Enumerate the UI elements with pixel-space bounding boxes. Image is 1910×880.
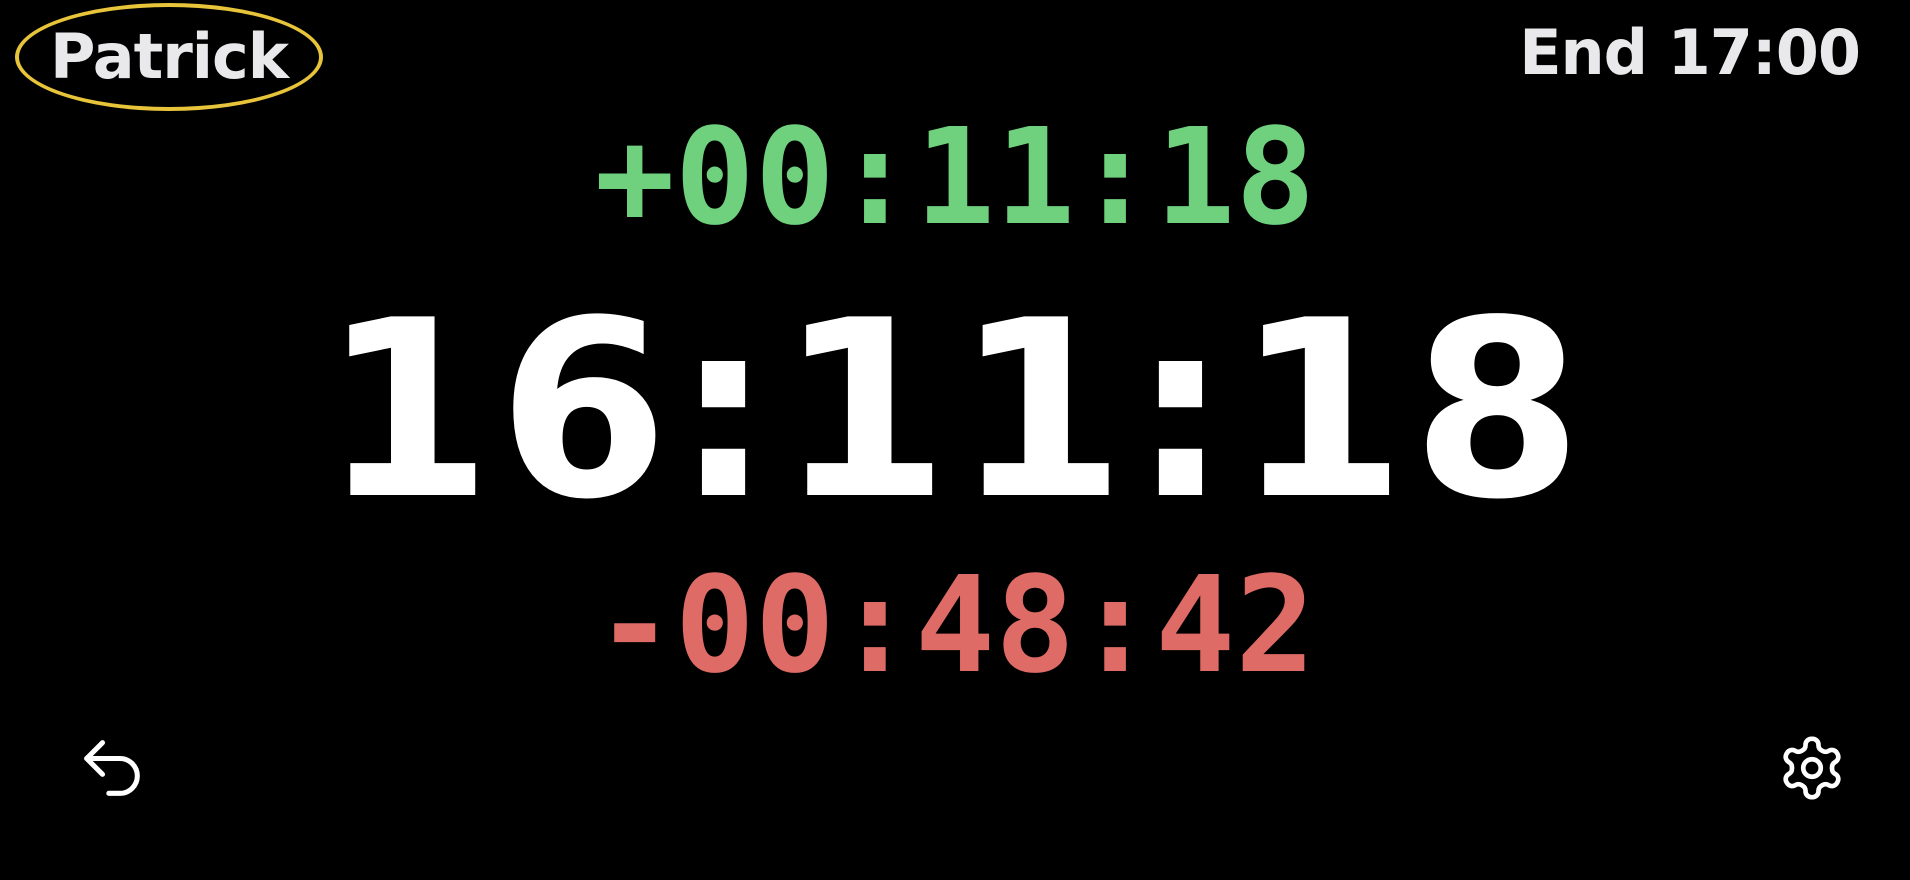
remaining-timer: -00:48:42: [594, 549, 1316, 703]
undo-icon: [84, 740, 140, 796]
gear-icon: [1783, 736, 1841, 800]
end-time-label: End 17:00: [1519, 16, 1861, 89]
settings-button[interactable]: [1772, 728, 1852, 808]
undo-button[interactable]: [72, 728, 152, 808]
user-name: Patrick: [49, 20, 289, 93]
clock-screen: Patrick End 17:00 +00:11:18 16:11:18 -00…: [0, 0, 1910, 880]
current-time: 16:11:18: [321, 268, 1589, 553]
user-badge[interactable]: Patrick: [15, 3, 323, 111]
elapsed-timer: +00:11:18: [594, 101, 1316, 255]
